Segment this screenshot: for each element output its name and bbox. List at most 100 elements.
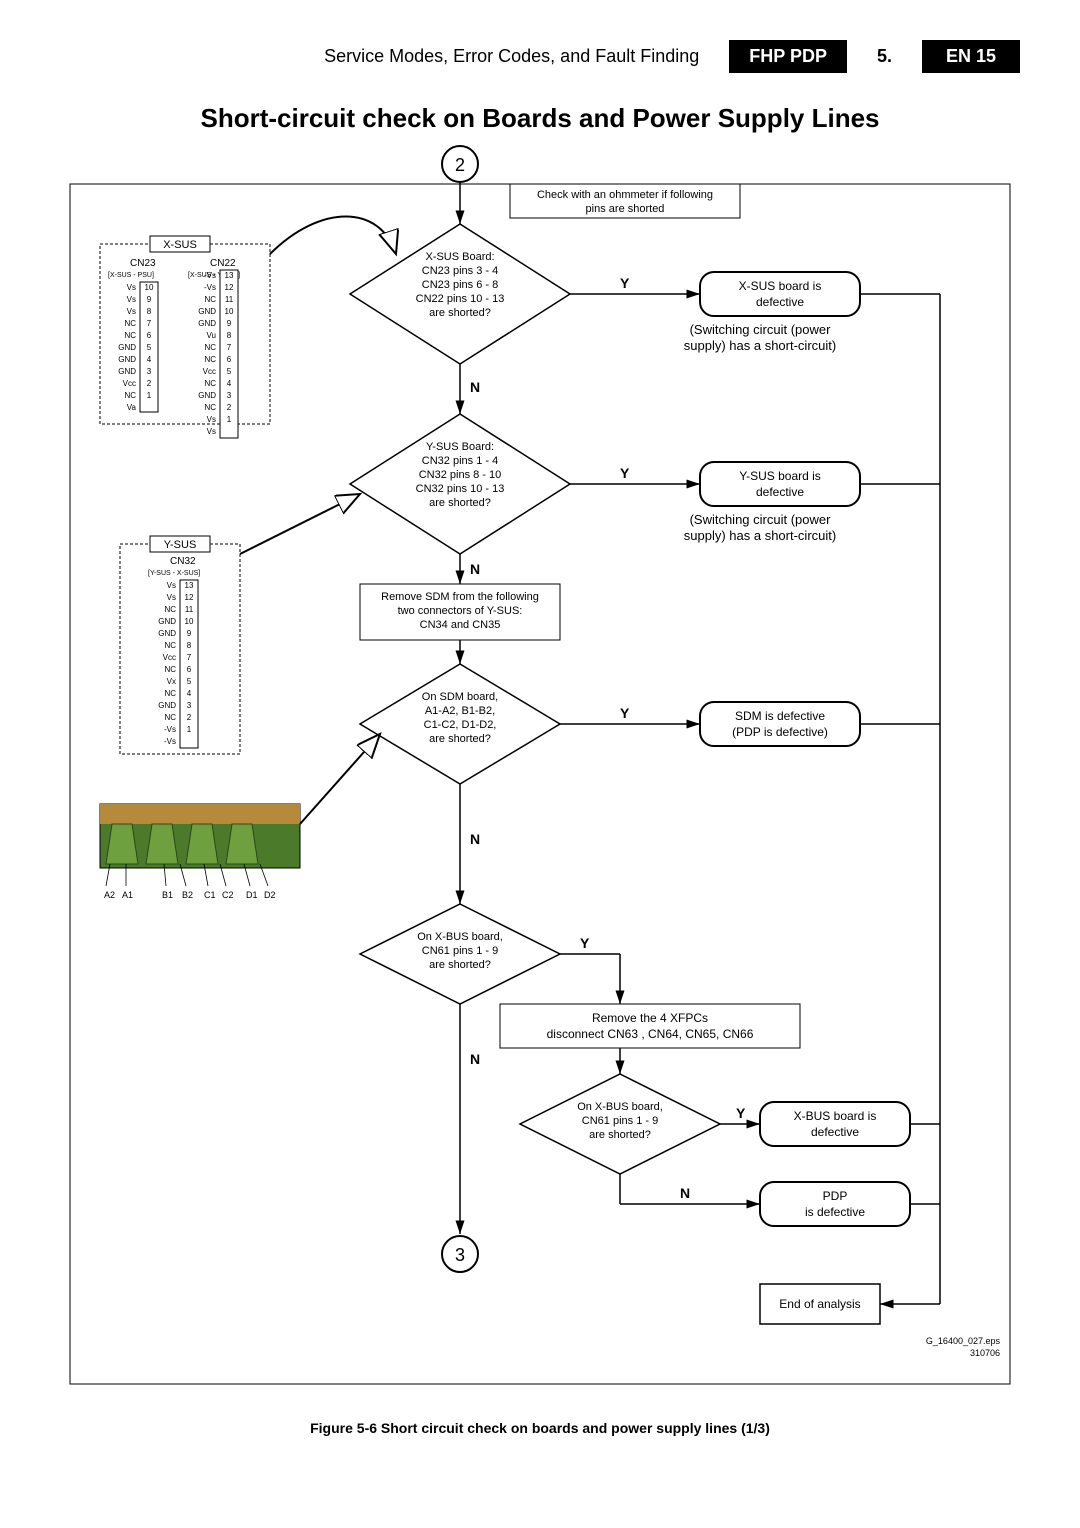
svg-text:D2: D2 — [264, 890, 276, 900]
svg-text:Vs: Vs — [127, 295, 136, 304]
svg-text:NC: NC — [204, 295, 216, 304]
svg-text:3: 3 — [227, 391, 232, 400]
svg-text:C1-C2, D1-D2,: C1-C2, D1-D2, — [424, 719, 497, 731]
svg-text:-Vs: -Vs — [164, 725, 176, 734]
svg-text:X-SUS: X-SUS — [163, 239, 197, 251]
figure-caption: Figure 5-6 Short circuit check on boards… — [60, 1420, 1020, 1436]
svg-text:GND: GND — [198, 307, 216, 316]
svg-text:3: 3 — [455, 1245, 465, 1265]
svg-text:D1: D1 — [246, 890, 258, 900]
svg-text:NC: NC — [204, 403, 216, 412]
svg-text:13: 13 — [225, 271, 234, 280]
svg-text:Vs: Vs — [167, 593, 176, 602]
decision-ysus: Y-SUS Board: CN32 pins 1 - 4 CN32 pins 8… — [350, 414, 570, 554]
svg-text:G_16400_027.eps: G_16400_027.eps — [926, 1336, 1001, 1346]
svg-text:GND: GND — [158, 629, 176, 638]
svg-text:CN32 pins 8 - 10: CN32 pins 8 - 10 — [419, 469, 502, 481]
svg-text:Check with an ohmmeter if foll: Check with an ohmmeter if following — [537, 189, 713, 201]
svg-text:C2: C2 — [222, 890, 234, 900]
svg-text:CN23 pins 3 - 4: CN23 pins 3 - 4 — [422, 265, 498, 277]
svg-text:Y: Y — [620, 705, 630, 721]
section-number: 5. — [867, 46, 902, 67]
svg-text:CN23 pins 6 - 8: CN23 pins 6 - 8 — [422, 279, 498, 291]
svg-text:6: 6 — [147, 331, 152, 340]
svg-text:GND: GND — [158, 617, 176, 626]
svg-text:GND: GND — [118, 367, 136, 376]
page-header: Service Modes, Error Codes, and Fault Fi… — [60, 40, 1020, 73]
svg-text:Y: Y — [620, 275, 630, 291]
svg-text:B2: B2 — [182, 890, 193, 900]
svg-text:defective: defective — [811, 1125, 859, 1139]
svg-text:9: 9 — [187, 629, 192, 638]
svg-text:2: 2 — [227, 403, 232, 412]
svg-text:8: 8 — [187, 641, 192, 650]
svg-text:defective: defective — [756, 485, 804, 499]
svg-text:NC: NC — [204, 343, 216, 352]
svg-text:[Y-SUS - X-SUS]: [Y-SUS - X-SUS] — [148, 570, 200, 577]
svg-text:3: 3 — [187, 701, 192, 710]
decision-xsus: X-SUS Board: CN23 pins 3 - 4 CN23 pins 6… — [350, 224, 570, 364]
svg-text:End of analysis: End of analysis — [779, 1297, 860, 1311]
svg-text:Y: Y — [620, 465, 630, 481]
svg-text:X-BUS board is: X-BUS board is — [794, 1109, 877, 1123]
svg-text:12: 12 — [225, 283, 234, 292]
svg-text:are shorted?: are shorted? — [429, 497, 491, 509]
svg-text:CN61 pins 1 - 9: CN61 pins 1 - 9 — [582, 1115, 658, 1127]
svg-text:2: 2 — [147, 379, 152, 388]
svg-text:2: 2 — [187, 713, 192, 722]
svg-text:NC: NC — [124, 391, 136, 400]
svg-text:10: 10 — [225, 307, 234, 316]
svg-text:are shorted?: are shorted? — [589, 1129, 651, 1141]
svg-text:6: 6 — [187, 665, 192, 674]
svg-text:7: 7 — [147, 319, 152, 328]
svg-text:CN32 pins 10 - 13: CN32 pins 10 - 13 — [416, 483, 505, 495]
svg-text:Y-SUS Board:: Y-SUS Board: — [426, 441, 494, 453]
svg-text:defective: defective — [756, 295, 804, 309]
svg-text:C1: C1 — [204, 890, 216, 900]
svg-text:5: 5 — [227, 367, 232, 376]
svg-text:Y-SUS: Y-SUS — [164, 539, 197, 551]
svg-text:-Vs: -Vs — [204, 271, 216, 280]
svg-text:GND: GND — [158, 701, 176, 710]
svg-text:Vs: Vs — [127, 283, 136, 292]
svg-text:A2: A2 — [104, 890, 115, 900]
svg-text:9: 9 — [147, 295, 152, 304]
svg-text:Vcc: Vcc — [203, 367, 216, 376]
svg-text:4: 4 — [227, 379, 232, 388]
svg-text:CN61 pins 1 - 9: CN61 pins 1 - 9 — [422, 945, 498, 957]
svg-text:Remove SDM from the following: Remove SDM from the following — [381, 591, 539, 603]
svg-text:supply) has a short-circuit): supply) has a short-circuit) — [684, 528, 836, 543]
svg-text:N: N — [680, 1185, 690, 1201]
svg-text:NC: NC — [164, 713, 176, 722]
svg-text:CN22 pins 10 - 13: CN22 pins 10 - 13 — [416, 293, 505, 305]
svg-text:13: 13 — [185, 581, 194, 590]
svg-text:-Vs: -Vs — [164, 737, 176, 746]
svg-text:(PDP is defective): (PDP is defective) — [732, 725, 828, 739]
svg-text:(Switching circuit (power: (Switching circuit (power — [690, 322, 832, 337]
svg-text:GND: GND — [118, 355, 136, 364]
svg-text:are shorted?: are shorted? — [429, 307, 491, 319]
svg-text:NC: NC — [164, 641, 176, 650]
svg-text:5: 5 — [187, 677, 192, 686]
svg-text:A1: A1 — [122, 890, 133, 900]
svg-text:Vs: Vs — [167, 581, 176, 590]
svg-text:NC: NC — [124, 319, 136, 328]
svg-text:N: N — [470, 379, 480, 395]
svg-text:Y: Y — [736, 1105, 746, 1121]
svg-text:A1-A2, B1-B2,: A1-A2, B1-B2, — [425, 705, 495, 717]
svg-text:PDP: PDP — [823, 1189, 848, 1203]
svg-text:Y: Y — [580, 935, 590, 951]
svg-text:9: 9 — [227, 319, 232, 328]
svg-text:310706: 310706 — [970, 1348, 1000, 1358]
svg-text:CN22: CN22 — [210, 258, 236, 269]
svg-text:Vs: Vs — [207, 427, 216, 436]
svg-text:CN23: CN23 — [130, 258, 156, 269]
svg-text:Vcc: Vcc — [163, 653, 176, 662]
decision-sdm: On SDM board, A1-A2, B1-B2, C1-C2, D1-D2… — [360, 664, 560, 784]
svg-text:8: 8 — [147, 307, 152, 316]
svg-text:10: 10 — [185, 617, 194, 626]
svg-text:Vs: Vs — [207, 415, 216, 424]
svg-text:2: 2 — [455, 155, 465, 175]
svg-text:SDM is defective: SDM is defective — [735, 709, 825, 723]
decision-xbus-1: On X-BUS board, CN61 pins 1 - 9 are shor… — [360, 904, 560, 1004]
